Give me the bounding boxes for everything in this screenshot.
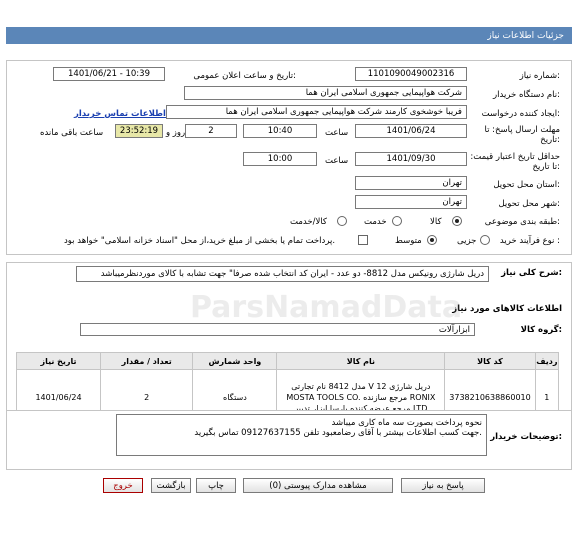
validity-time-field: 10:00 [243, 152, 317, 166]
need-number-label: شماره نیاز: [519, 71, 560, 81]
col-unit-header: واحد شمارش [192, 352, 278, 370]
category-option-goods: کالا [430, 217, 442, 227]
days-remaining-field: 2 [185, 124, 237, 138]
page-title-bar: جزئیات اطلاعات نیاز [6, 27, 572, 44]
deadline-time-field: 10:40 [243, 124, 317, 138]
buyer-notes-field: نحوه پرداخت بصورت سه ماه کاری میباشد جهت… [116, 414, 487, 456]
reply-button[interactable]: پاسخ به نیاز [401, 478, 485, 493]
col-date-header: تاریخ نیاز [15, 352, 102, 370]
province-field: تهران [355, 176, 467, 190]
summary-label: شرح کلی نیاز: [501, 268, 562, 278]
validity-label: حداقل تاریخ اعتبار قیمت: تا تاریخ: [470, 152, 560, 172]
validity-date-field: 1401/09/30 [355, 152, 467, 166]
treasury-payment-checkbox[interactable] [358, 235, 368, 245]
treasury-payment-note: پرداخت تمام یا بخشی از مبلغ خرید،از محل … [64, 236, 336, 246]
creator-field: فریبا خوشخوی کارمند شرکت هواپیمایی جمهور… [166, 105, 467, 119]
buyer-notes-line2: جهت کسب اطلاعات بیشتر با آقای رضامعبود ت… [194, 428, 482, 438]
goods-table-header-row: ردیف کد کالا نام کالا واحد شمارش تعداد /… [15, 352, 560, 370]
days-label: روز و [166, 128, 186, 138]
buyer-notes-label: توضیحات خریدار: [490, 432, 562, 442]
process-option-medium: متوسط [395, 236, 422, 246]
goods-group-field: ابزارآلات [80, 323, 475, 336]
print-button[interactable]: چاپ [196, 478, 236, 493]
deadline-time-label: ساعت [325, 128, 349, 138]
process-radio-minor[interactable] [480, 235, 490, 245]
creator-value: فریبا خوشخوی کارمند شرکت هواپیمایی جمهور… [225, 107, 462, 117]
category-option-goods-service: کالا/خدمت [290, 217, 327, 227]
category-label: طبقه بندی موضوعی: [484, 217, 560, 227]
deadline-date-field: 1401/06/24 [355, 124, 467, 138]
col-code-header: کد کالا [444, 352, 536, 370]
deadline-label: مهلت ارسال پاسخ: تا تاریخ: [484, 125, 560, 145]
goods-info-heading: اطلاعات کالاهای مورد نیاز [452, 304, 562, 314]
category-radio-goods[interactable] [452, 216, 462, 226]
creator-label: ایجاد کننده درخواست: [481, 109, 560, 119]
goods-group-value: ابزارآلات [438, 324, 470, 335]
validity-time-label: ساعت [325, 156, 349, 166]
remaining-label: ساعت باقی مانده [40, 128, 104, 138]
buyer-notes-line1: نحوه پرداخت بصورت سه ماه کاری میباشد [331, 418, 482, 428]
announce-field: 1401/06/21 - 10:39 [53, 67, 165, 81]
city-field: تهران [355, 195, 467, 209]
back-button[interactable]: بازگشت [151, 478, 191, 493]
buyer-org-label: نام دستگاه خریدار: [493, 90, 560, 100]
process-label: نوع فرآیند خرید : [499, 236, 560, 246]
remaining-time-field: 23:52:19 [115, 124, 163, 138]
process-option-minor: جزیی [457, 236, 477, 246]
buyer-contact-link[interactable]: اطلاعات تماس خریدار [74, 109, 166, 119]
city-value: تهران [442, 197, 462, 207]
need-number-field: 1101090049002316 [355, 67, 467, 81]
category-radio-service[interactable] [392, 216, 402, 226]
col-name-header: نام کالا [276, 352, 446, 370]
buyer-org-value: شرکت هواپیمایی جمهوری اسلامی ایران هما [305, 88, 462, 98]
summary-field: دریل شارژی رونیکس مدل 8812- دو عدد - ایر… [76, 266, 489, 282]
goods-group-label: گروه کالا: [520, 325, 562, 335]
view-attachments-button[interactable]: مشاهده مدارک پیوستی (0) [243, 478, 393, 493]
buyer-org-field: شرکت هواپیمایی جمهوری اسلامی ایران هما [184, 86, 467, 100]
col-row-header: ردیف [534, 352, 560, 370]
category-radio-goods-service[interactable] [337, 216, 347, 226]
city-label: شهر محل تحویل: [498, 199, 560, 209]
process-radio-medium[interactable] [427, 235, 437, 245]
col-qty-header: تعداد / مقدار [100, 352, 194, 370]
province-label: استان محل تحویل: [493, 180, 560, 190]
summary-value: دریل شارژی رونیکس مدل 8812- دو عدد - ایر… [100, 269, 484, 279]
exit-button[interactable]: خروج [103, 478, 143, 493]
province-value: تهران [442, 178, 462, 188]
announce-label: تاریخ و ساعت اعلان عمومی: [193, 71, 296, 81]
category-option-service: خدمت [364, 217, 387, 227]
page-title: جزئیات اطلاعات نیاز [487, 30, 564, 41]
